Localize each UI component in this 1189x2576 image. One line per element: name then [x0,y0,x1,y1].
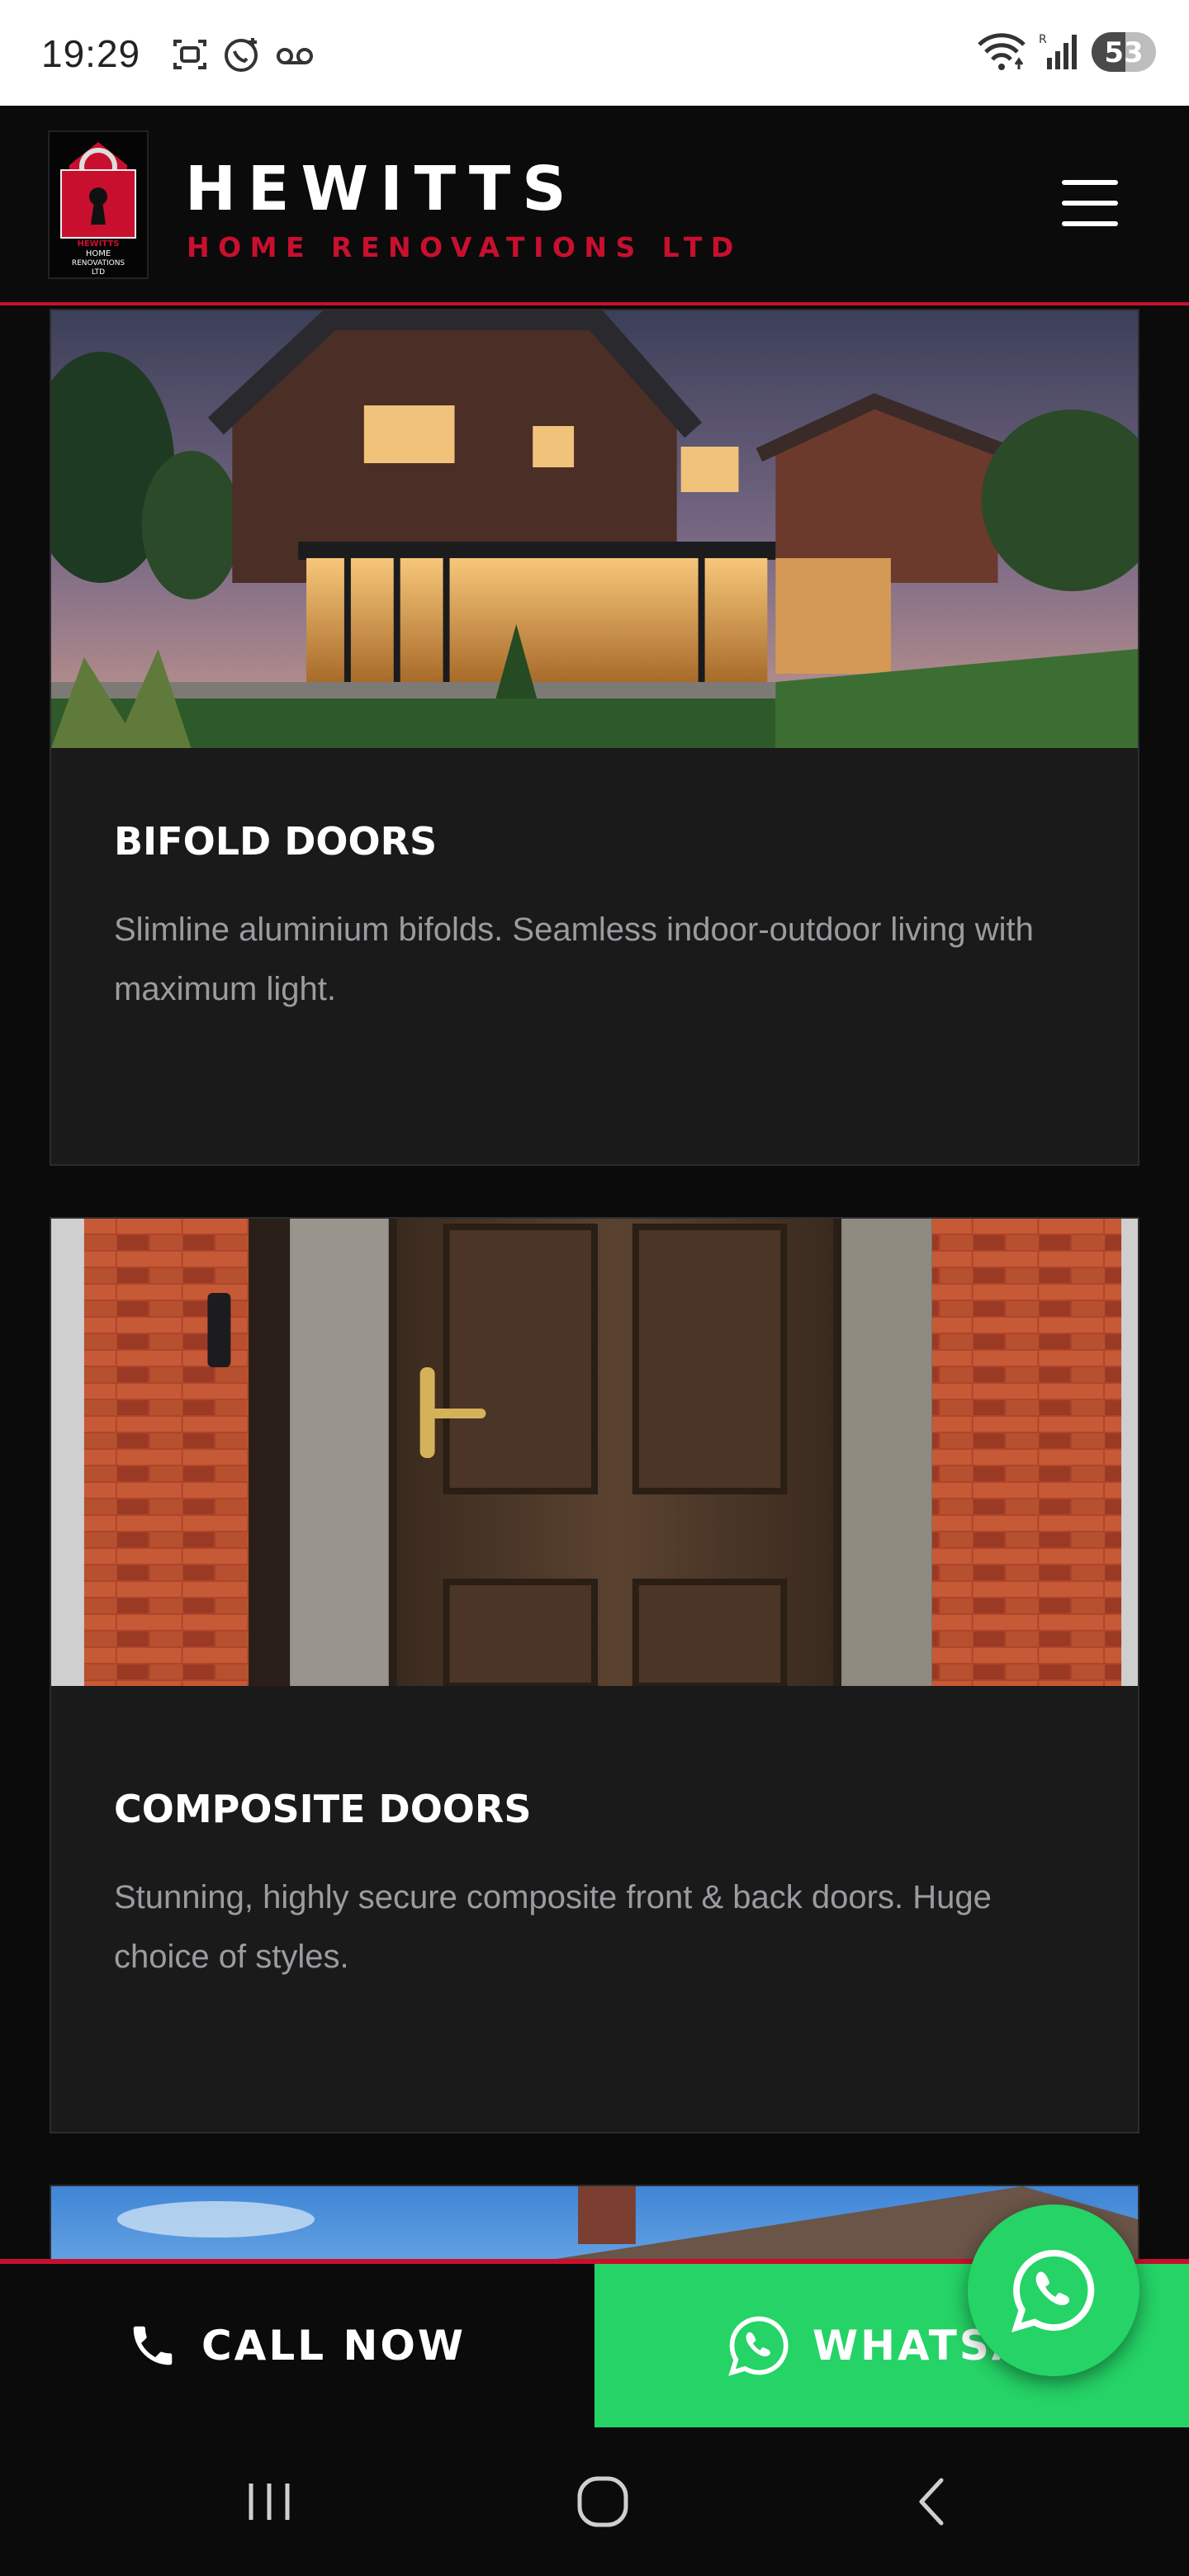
hamburger-line [1062,221,1118,226]
card-title: BIFOLD DOORS [114,819,438,864]
status-right-icons: R 53 [976,31,1156,73]
whatsapp-floating-button[interactable] [968,2204,1139,2376]
hamburger-line [1062,201,1118,206]
whatsapp-call-icon [225,38,258,72]
service-card-composite[interactable]: COMPOSITE DOORS Stunning, highly secure … [50,1217,1139,2133]
screenshot-icon [173,40,206,69]
status-time: 19:29 [41,32,141,75]
back-button[interactable] [900,2469,966,2535]
company-logo[interactable]: HEWITTS HOME RENOVATIONS LTD [48,130,149,279]
logo-text-1: HEWITTS [77,239,119,249]
battery-level: 53 [1104,36,1144,69]
card-description: Stunning, highly secure composite front … [114,1879,992,1975]
voicemail-icon [277,48,313,64]
hamburger-menu-button[interactable] [1057,175,1123,233]
whatsapp-icon [1011,2250,1095,2332]
logo-text-4: LTD [92,268,105,277]
padlock-house-logo-icon: HEWITTS HOME RENOVATIONS LTD [50,132,147,277]
system-navigation-bar [0,2427,1189,2576]
logo-text-2: HOME [86,249,111,258]
signal-icon: R [1039,33,1077,69]
composite-door-image [51,1219,1138,1686]
site-header: HEWITTS HOME RENOVATIONS LTD HEWITTS HOM… [0,106,1189,305]
phone-icon [133,2326,173,2365]
battery-icon: 53 [1092,32,1156,72]
back-icon [919,2478,944,2526]
brand-name[interactable]: HEWITTS [185,154,578,225]
recent-apps-icon [249,2484,290,2520]
home-button[interactable] [570,2469,636,2535]
home-icon [577,2476,628,2527]
brand-subtitle: HOME RENOVATIONS LTD [187,231,742,263]
logo-text-3: RENOVATIONS [72,259,126,268]
card-description: Slimline aluminium bifolds. Seamless ind… [114,912,1034,1007]
status-left-icons [170,35,315,74]
bifold-doors-image [51,310,1138,748]
hamburger-menu-icon [1062,180,1118,185]
svg-text:R: R [1039,33,1047,46]
call-now-button[interactable]: CALL NOW [0,2264,593,2427]
whatsapp-icon [728,2316,789,2376]
card-title: COMPOSITE DOORS [114,1787,532,1831]
service-card-bifold[interactable]: BIFOLD DOORS Slimline aluminium bifolds.… [50,309,1139,1166]
recent-apps-button[interactable] [236,2469,302,2535]
status-bar: 19:29 R 53 [0,0,1189,106]
wifi-icon [978,33,1026,70]
call-now-label: CALL NOW [201,2322,467,2370]
